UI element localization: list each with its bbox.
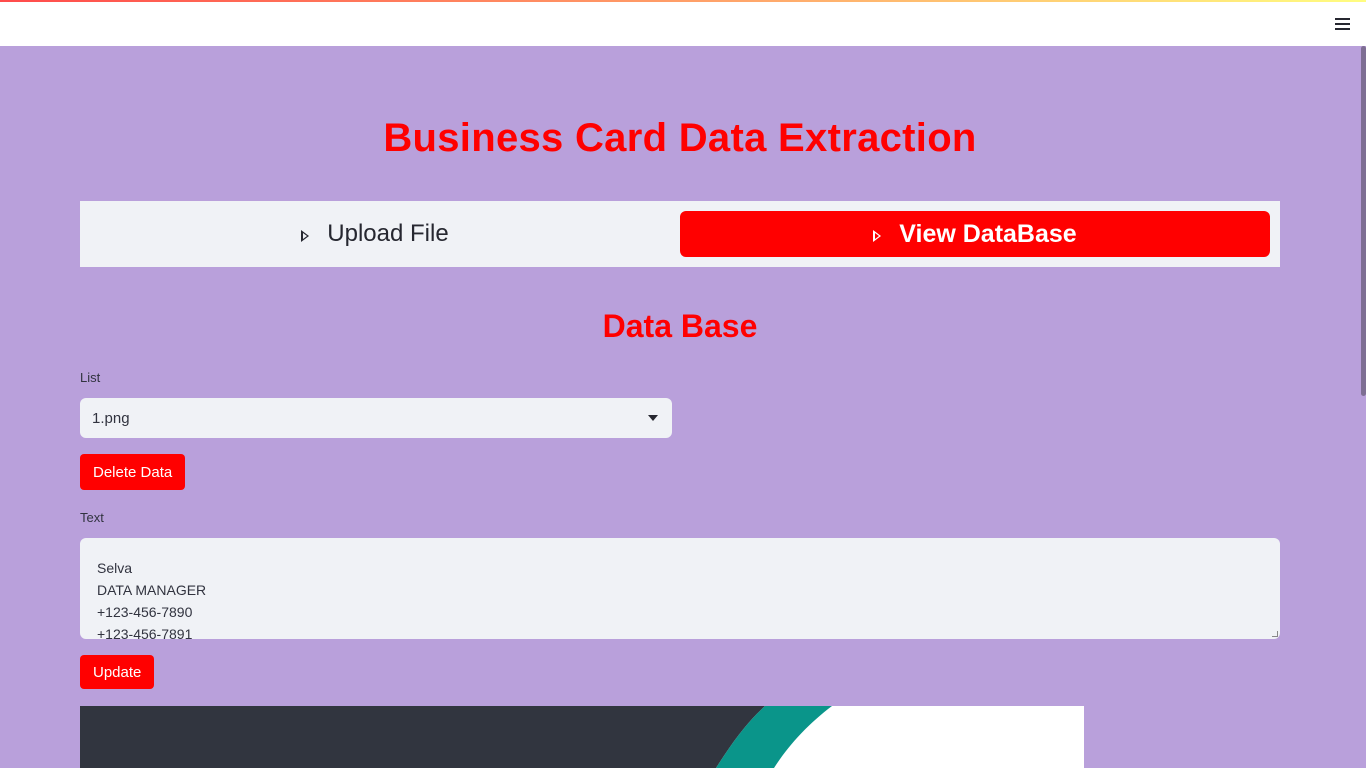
tab-bar: Upload File View DataBase — [80, 201, 1280, 267]
section-title: Data Base — [602, 308, 758, 344]
top-header — [0, 0, 1366, 46]
text-line: Selva — [97, 560, 133, 576]
resize-handle-icon[interactable] — [1272, 631, 1278, 637]
delete-data-button[interactable]: Delete Data — [80, 454, 186, 490]
list-select[interactable]: 1.png — [80, 398, 672, 438]
tab-upload-file-label: Upload File — [327, 220, 449, 247]
list-label: List — [80, 370, 101, 385]
play-arrow-icon — [873, 230, 882, 242]
tab-upload-file[interactable]: Upload File — [80, 211, 670, 257]
text-area[interactable]: Selva DATA MANAGER +123-456-7890 +123-45… — [80, 538, 1280, 639]
list-selected-value: 1.png — [92, 410, 130, 427]
scrollbar-thumb[interactable] — [1361, 46, 1366, 396]
business-card-image — [80, 706, 1084, 768]
business-card-graphic — [80, 706, 832, 768]
text-label: Text — [80, 510, 104, 525]
text-line: DATA MANAGER — [97, 582, 207, 598]
play-arrow-icon — [301, 230, 310, 242]
page-title: Business Card Data Extraction — [383, 116, 977, 160]
update-button[interactable]: Update — [80, 655, 155, 689]
hamburger-menu-icon[interactable] — [1334, 15, 1352, 31]
header-decoration-bar — [0, 0, 1366, 2]
chevron-down-icon — [648, 415, 658, 421]
tab-view-database[interactable]: View DataBase — [680, 211, 1270, 257]
tab-view-database-label: View DataBase — [899, 219, 1077, 248]
text-line: +123-456-7890 — [97, 604, 193, 620]
text-line: +123-456-7891 — [97, 626, 193, 639]
page-scrollbar[interactable] — [1360, 46, 1366, 768]
